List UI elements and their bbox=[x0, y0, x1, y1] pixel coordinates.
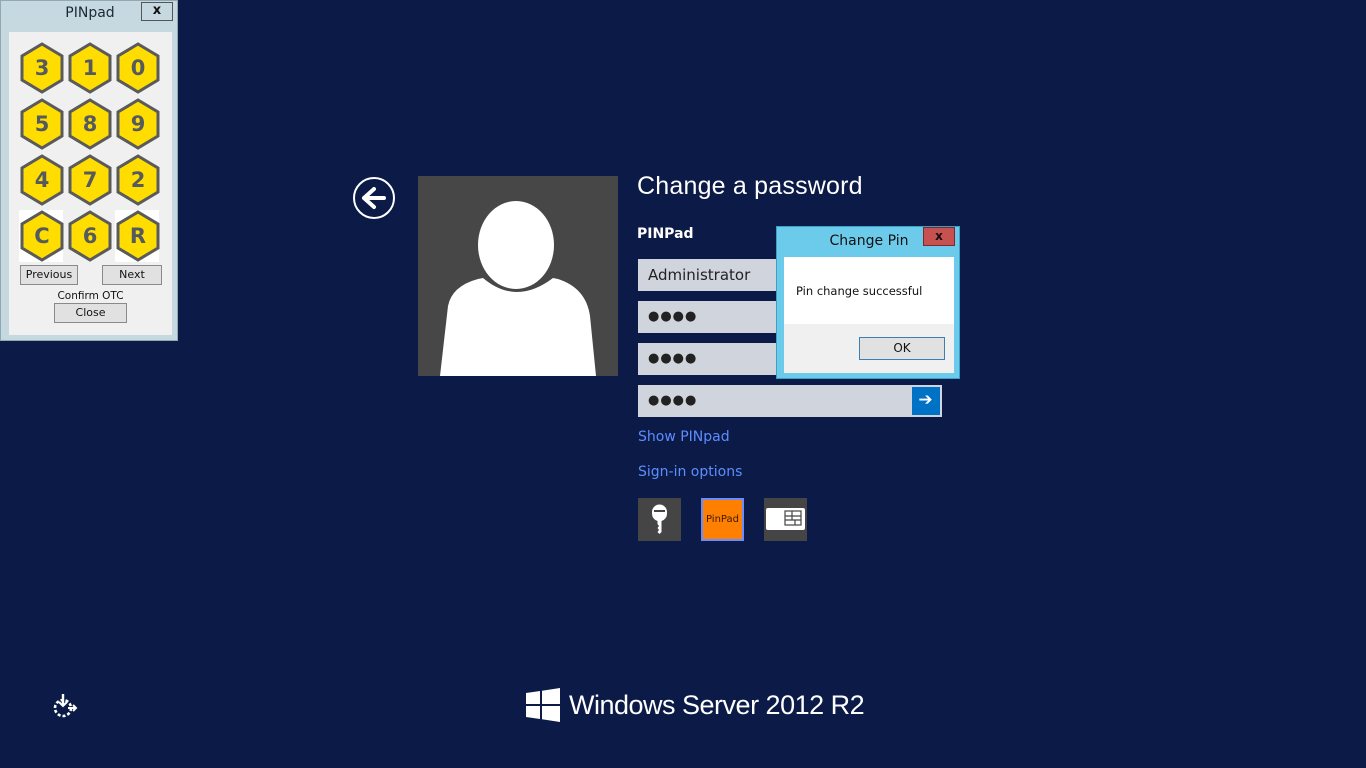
dialog-message-area: Pin change successful bbox=[784, 257, 954, 324]
smart-card-icon bbox=[766, 508, 805, 530]
pinpad-key-label: 2 bbox=[130, 168, 146, 192]
dialog-close-button[interactable]: x bbox=[923, 227, 955, 246]
pinpad-key-8[interactable]: 8 bbox=[67, 98, 115, 150]
pinpad-key-1[interactable]: 1 bbox=[67, 42, 115, 94]
next-button[interactable]: Next bbox=[102, 265, 162, 285]
change-pin-dialog: Change Pin x Pin change successful OK bbox=[776, 226, 960, 379]
dialog-ok-button[interactable]: OK bbox=[859, 337, 945, 360]
pinpad-key-c[interactable]: C bbox=[19, 210, 64, 262]
pinpad-key-label: 5 bbox=[34, 112, 50, 136]
pinpad-key-7[interactable]: 7 bbox=[67, 154, 115, 206]
pinpad-key-4[interactable]: 4 bbox=[19, 154, 67, 206]
signin-option-password-key[interactable] bbox=[638, 498, 681, 541]
pinpad-key-5[interactable]: 5 bbox=[19, 98, 67, 150]
arrow-right-icon: ➔ bbox=[918, 390, 934, 410]
pinpad-icon: PinPad bbox=[706, 514, 739, 525]
signin-option-smart-card[interactable] bbox=[764, 498, 807, 541]
user-avatar bbox=[418, 176, 618, 376]
ease-of-access-button[interactable] bbox=[50, 693, 78, 723]
pinpad-key-6[interactable]: 6 bbox=[67, 210, 115, 262]
pinpad-key-label: C bbox=[34, 224, 50, 248]
pinpad-key-label: 7 bbox=[82, 168, 98, 192]
windows-logo-icon bbox=[526, 688, 560, 722]
pinpad-key-3[interactable]: 3 bbox=[19, 42, 67, 94]
submit-button[interactable]: ➔ bbox=[912, 387, 940, 415]
signin-options-link[interactable]: Sign-in options bbox=[638, 464, 742, 480]
pinpad-body: 3 1 0 5 8 9 4 7 2 C 6 R Previous Next Confirm OTC C… bbox=[9, 32, 172, 335]
pinpad-close-action-button[interactable]: Close bbox=[54, 303, 127, 323]
arrow-left-icon bbox=[362, 187, 386, 209]
credential-provider-label: PINPad bbox=[637, 226, 694, 242]
brand-text: Windows Server 2012 R2 bbox=[569, 689, 865, 720]
dialog-message: Pin change successful bbox=[796, 284, 923, 298]
pinpad-key-2[interactable]: 2 bbox=[115, 154, 163, 206]
user-silhouette-icon bbox=[440, 201, 596, 376]
confirm-pin-field[interactable]: ●●●● ➔ bbox=[638, 385, 942, 417]
windows-server-brand: Windows Server 2012 R2 bbox=[526, 688, 865, 722]
pinpad-key-label: 6 bbox=[82, 224, 98, 248]
pinpad-keys: 3 1 0 5 8 9 4 7 2 C 6 R bbox=[19, 42, 163, 266]
pinpad-key-label: 8 bbox=[82, 112, 98, 136]
pinpad-key-label: 9 bbox=[130, 112, 146, 136]
pinpad-close-button[interactable]: x bbox=[141, 2, 173, 21]
show-pinpad-link[interactable]: Show PINpad bbox=[638, 429, 730, 445]
pinpad-key-label: 3 bbox=[34, 56, 50, 80]
key-icon bbox=[652, 504, 667, 534]
confirm-pin-value: ●●●● bbox=[648, 393, 698, 408]
ease-of-access-icon bbox=[53, 694, 78, 718]
pinpad-key-label: 4 bbox=[34, 168, 50, 192]
pinpad-key-label: R bbox=[129, 224, 147, 248]
signin-option-pinpad[interactable]: PinPad bbox=[701, 498, 744, 541]
page-title: Change a password bbox=[637, 172, 863, 200]
pinpad-key-r[interactable]: R bbox=[115, 210, 160, 262]
pinpad-key-label: 1 bbox=[82, 56, 98, 80]
dialog-body: Pin change successful OK bbox=[784, 257, 954, 373]
pinpad-window: PINpad x 310589472C6R Previous Next Conf… bbox=[0, 0, 178, 341]
back-button[interactable] bbox=[353, 177, 395, 219]
pinpad-key-0[interactable]: 0 bbox=[115, 42, 163, 94]
pinpad-key-label: 0 bbox=[130, 56, 146, 80]
previous-button[interactable]: Previous bbox=[20, 265, 78, 285]
pinpad-key-9[interactable]: 9 bbox=[115, 98, 163, 150]
confirm-otc-label: Confirm OTC bbox=[57, 290, 124, 302]
